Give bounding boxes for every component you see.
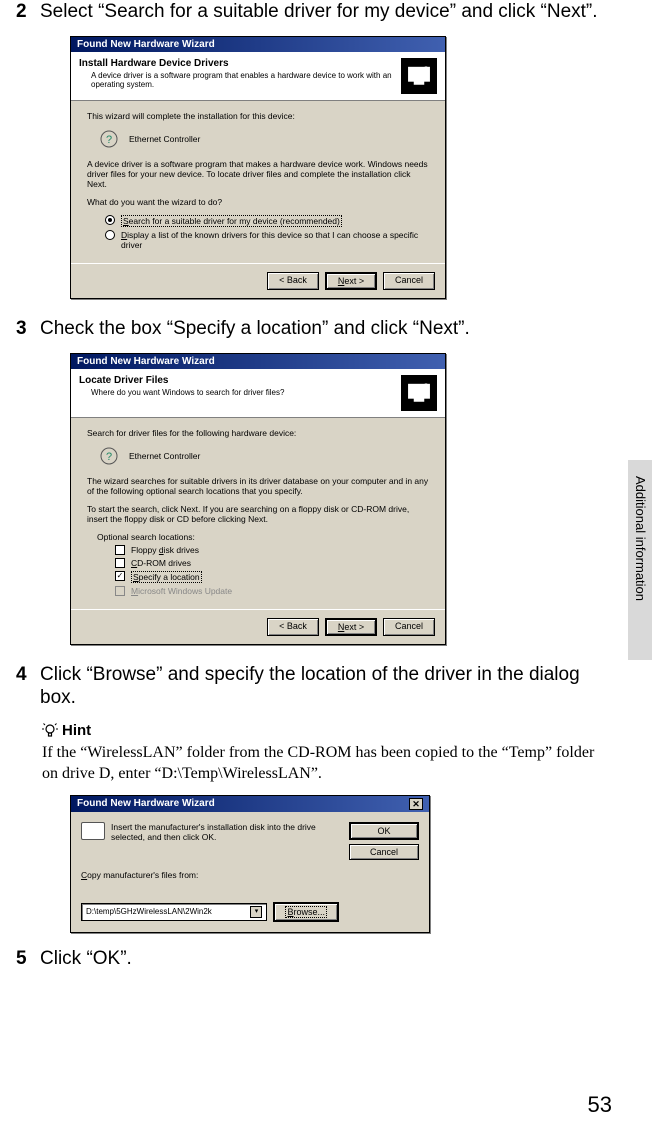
wizard1-header: Install Hardware Device Drivers A device… [71,52,445,101]
step-3: 3 Check the box “Specify a location” and… [16,317,612,341]
hint-label: Hint [62,722,91,739]
wizard3-msg: Insert the manufacturer's installation d… [111,822,339,842]
wizard2-device: Ethernet Controller [129,451,200,461]
wizard3-title: Found New Hardware Wizard [77,798,215,809]
wizard2-header: Locate Driver Files Where do you want Wi… [71,369,445,418]
wizard-locate-files: Found New Hardware Wizard Locate Driver … [70,353,446,645]
step-5: 5 Click “OK”. [16,947,612,971]
wizard2-titlebar: Found New Hardware Wizard [71,354,445,369]
step-text-2: Select “Search for a suitable driver for… [40,0,612,24]
dropdown-icon[interactable]: ▾ [250,906,262,918]
step-num-3: 3 [16,317,30,341]
checkbox-icon: ✓ [115,571,125,581]
ok-button[interactable]: OK [349,822,419,840]
cancel-button[interactable]: Cancel [383,272,435,290]
hint-body: If the “WirelessLAN” folder from the CD-… [42,743,612,785]
sidebar-label: Additional information [633,476,648,601]
next-button[interactable]: Next > [325,618,377,636]
cancel-button[interactable]: Cancel [383,618,435,636]
path-value: D:\temp\5GHzWirelessLAN\2Win2k [86,907,212,916]
hardware-icon [401,375,437,411]
svg-text:?: ? [106,134,112,146]
step-text-4: Click “Browse” and specify the location … [40,663,612,711]
question-icon: ? [99,446,119,466]
check-floppy[interactable]: Floppy disk drives [115,545,429,555]
check-cdrom[interactable]: CD-ROM drives [115,558,429,568]
wizard1-line1: This wizard will complete the installati… [87,111,429,121]
wizard2-line1: Search for driver files for the followin… [87,428,429,438]
check-specify-location[interactable]: ✓ Specify a location [115,571,429,583]
wizard1-para2: A device driver is a software program th… [87,159,429,189]
step-num-4: 4 [16,663,30,711]
wizard1-content: This wizard will complete the installati… [71,101,445,263]
checkbox-icon [115,545,125,555]
step-4: 4 Click “Browse” and specify the locatio… [16,663,612,711]
wizard2-header-sub: Where do you want Windows to search for … [79,388,401,397]
checkbox-icon [115,558,125,568]
step-2: 2 Select “Search for a suitable driver f… [16,0,612,24]
step-num-2: 2 [16,0,30,24]
cancel-button[interactable]: Cancel [349,844,419,860]
wizard1-opt1: earch for a suitable driver for my devic… [129,216,340,226]
path-input[interactable]: D:\temp\5GHzWirelessLAN\2Win2k ▾ [81,903,267,921]
hint-icon [42,723,58,739]
close-icon[interactable]: ✕ [409,798,423,810]
wizard1-question: What do you want the wizard to do? [87,197,429,207]
disk-icon [81,822,105,840]
wizard2-para3: To start the search, click Next. If you … [87,504,429,524]
radio-icon [105,215,115,225]
wizard2-opt-label: Optional search locations: [97,532,429,542]
radio-icon [105,230,115,240]
wizard1-opt2: isplay a list of the known drivers for t… [121,230,418,250]
step-text-5: Click “OK”. [40,947,612,971]
page-number: 53 [588,1092,612,1118]
next-button[interactable]: Next > [325,272,377,290]
wizard2-para2: The wizard searches for suitable drivers… [87,476,429,496]
wizard1-header-sub: A device driver is a software program th… [79,71,401,89]
svg-text:?: ? [106,451,112,463]
step-num-5: 5 [16,947,30,971]
radio-search-driver[interactable]: Search for a suitable driver for my devi… [105,215,429,227]
wizard-install-drivers: Found New Hardware Wizard Install Hardwa… [70,36,446,299]
wizard3-copy-label: Copy manufacturer's files from: [81,870,339,880]
wizard1-device: Ethernet Controller [129,134,200,144]
hardware-icon [401,58,437,94]
wizard2-header-title: Locate Driver Files [79,375,401,386]
step-text-3: Check the box “Specify a location” and c… [40,317,612,341]
wizard1-buttons: < Back Next > Cancel [71,263,445,298]
wizard3-titlebar: Found New Hardware Wizard ✕ [71,796,429,812]
back-button[interactable]: < Back [267,272,319,290]
wizard-browse-dialog: Found New Hardware Wizard ✕ Insert the m… [70,795,430,933]
wizard1-titlebar: Found New Hardware Wizard [71,37,445,52]
wizard2-content: Search for driver files for the followin… [71,418,445,609]
back-button[interactable]: < Back [267,618,319,636]
check-windows-update: Microsoft Windows Update [115,586,429,596]
radio-display-list[interactable]: Display a list of the known drivers for … [105,230,429,250]
browse-button[interactable]: Browse... [273,902,339,922]
wizard2-buttons: < Back Next > Cancel [71,609,445,644]
checkbox-icon [115,586,125,596]
hint-row: Hint [42,722,612,739]
question-icon: ? [99,129,119,149]
wizard1-header-title: Install Hardware Device Drivers [79,58,401,69]
